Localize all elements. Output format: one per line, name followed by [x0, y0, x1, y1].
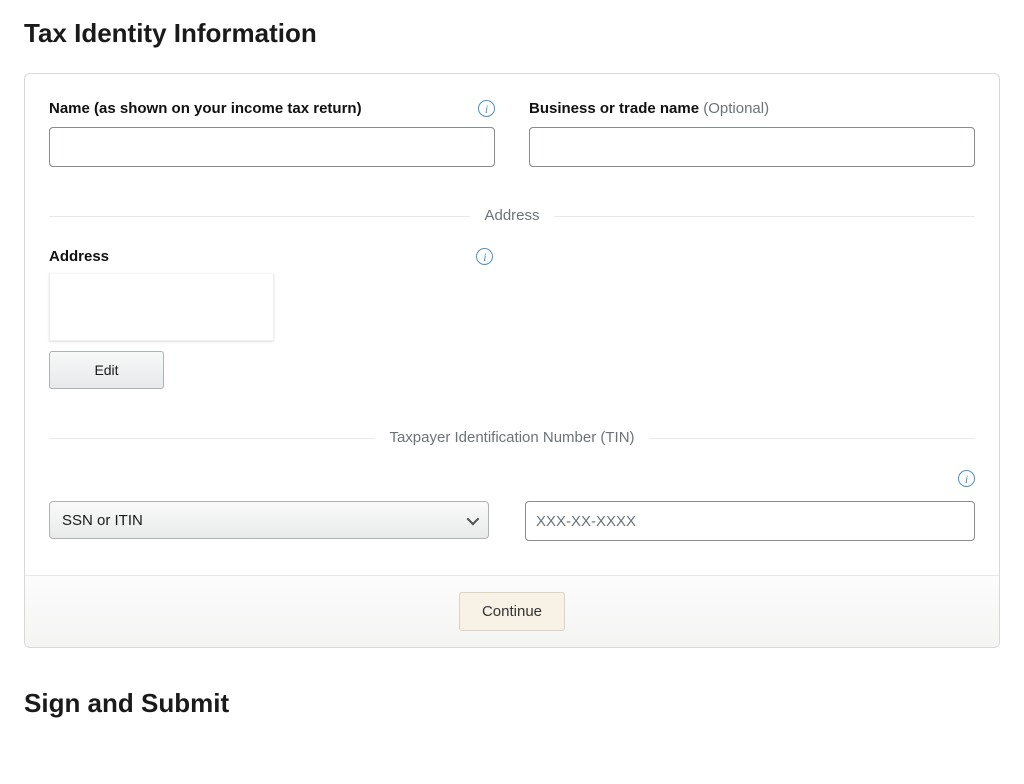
panel-footer: Continue [25, 575, 999, 647]
tin-type-select[interactable]: SSN or ITIN [49, 501, 489, 539]
tax-identity-panel: Name (as shown on your income tax return… [24, 73, 1000, 648]
business-name-input[interactable] [529, 127, 975, 167]
name-label: Name (as shown on your income tax return… [49, 100, 362, 117]
tin-row: SSN or ITIN [49, 501, 975, 541]
info-icon[interactable]: i [958, 470, 975, 487]
name-input[interactable] [49, 127, 495, 167]
chevron-down-icon [467, 512, 480, 525]
continue-button[interactable]: Continue [459, 592, 565, 631]
address-card [49, 273, 274, 341]
edit-address-button[interactable]: Edit [49, 351, 164, 389]
address-divider: Address [49, 207, 975, 224]
page-title: Tax Identity Information [24, 18, 1000, 49]
tin-type-value: SSN or ITIN [62, 512, 143, 529]
info-icon[interactable]: i [476, 248, 493, 265]
name-row: Name (as shown on your income tax return… [49, 100, 975, 167]
tin-input[interactable] [525, 501, 975, 541]
optional-suffix: (Optional) [703, 100, 769, 117]
address-label: Address [49, 248, 109, 265]
info-icon[interactable]: i [478, 100, 495, 117]
tin-divider: Taxpayer Identification Number (TIN) [49, 429, 975, 446]
business-name-label: Business or trade name [529, 100, 699, 117]
address-divider-label: Address [470, 207, 553, 224]
sign-submit-heading: Sign and Submit [24, 688, 1000, 719]
tin-divider-label: Taxpayer Identification Number (TIN) [375, 429, 648, 446]
